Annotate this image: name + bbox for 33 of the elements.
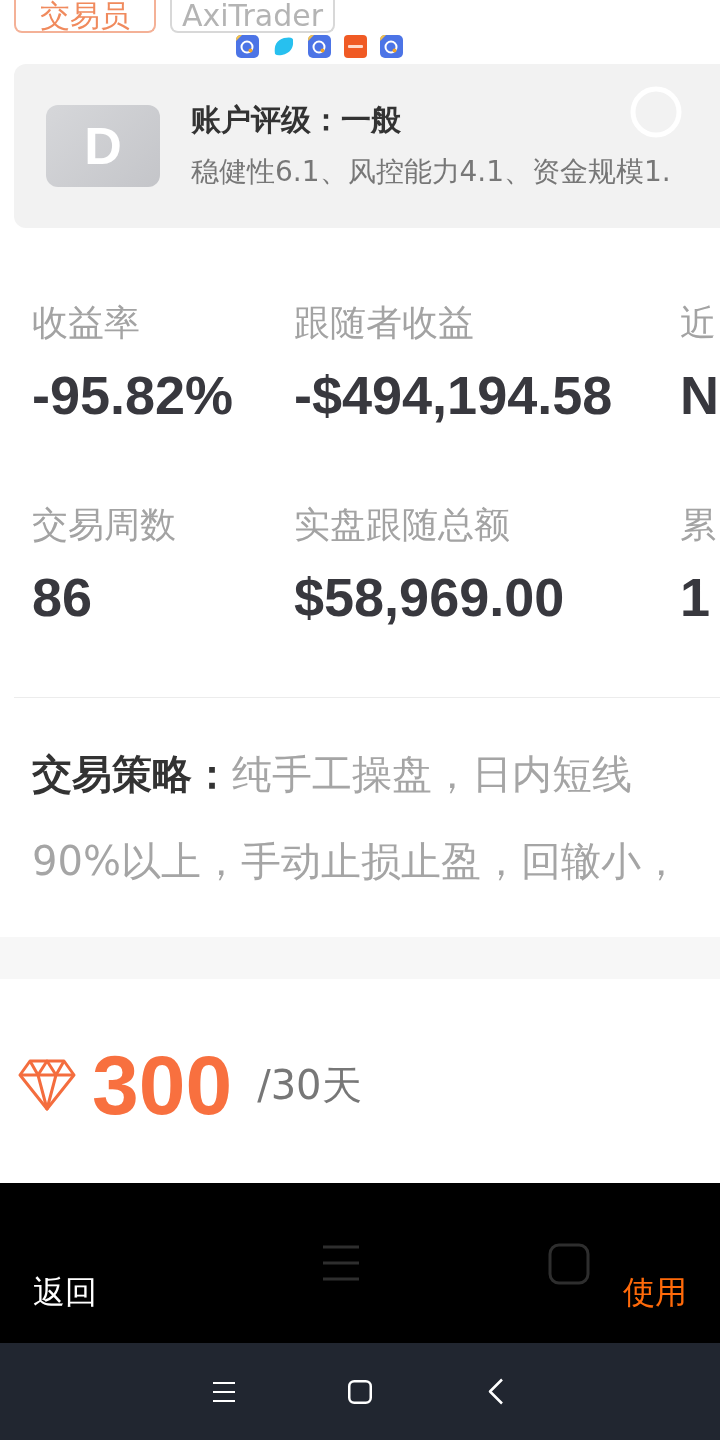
home-icon[interactable] <box>348 1379 372 1404</box>
stat-value: 86 <box>32 566 94 629</box>
strategy-text: 交易策略：纯手工操盘，日内短线 <box>32 750 633 799</box>
use-button[interactable]: 使用 <box>623 1272 687 1312</box>
stat-label: 累 <box>680 503 717 547</box>
stat-label: 交易周数 <box>32 503 177 547</box>
stat-value: $58,969.00 <box>294 566 566 629</box>
diamond-icon <box>18 1059 76 1111</box>
leaf-icon <box>272 35 295 58</box>
rating-title: 账户评级：一般 <box>191 101 401 139</box>
stat-value: -95.82% <box>32 364 235 427</box>
stat-label: 收益率 <box>32 301 141 345</box>
tag-label: AxiTrader <box>170 0 336 33</box>
back-icon[interactable] <box>488 1378 504 1405</box>
app-tile-icon <box>344 35 367 58</box>
stat-label: 近 <box>680 301 717 345</box>
stat-label: 实盘跟随总额 <box>294 503 511 547</box>
app-tile-icon <box>236 35 259 58</box>
back-button[interactable]: 返回 <box>33 1272 97 1312</box>
rating-details: 稳健性6.1、风控能力4.1、资金规模1. <box>191 154 671 190</box>
stat-value: N <box>680 364 720 427</box>
menu-icon <box>322 1245 360 1281</box>
app-tile-icon <box>308 35 331 58</box>
app-tile-icon <box>380 35 403 58</box>
tag-label: 交易员 <box>14 0 156 33</box>
stat-value: -$494,194.58 <box>294 364 614 427</box>
stat-label: 跟随者收益 <box>294 301 475 345</box>
stat-value: 1 <box>680 566 712 629</box>
price-period: /30天 <box>257 1061 362 1110</box>
square-icon <box>548 1243 590 1285</box>
strategy-text: 90%以上，手动止损止盈，回辙小， <box>32 837 682 886</box>
menu-icon[interactable] <box>213 1381 235 1402</box>
price-amount: 300 <box>92 1040 233 1130</box>
